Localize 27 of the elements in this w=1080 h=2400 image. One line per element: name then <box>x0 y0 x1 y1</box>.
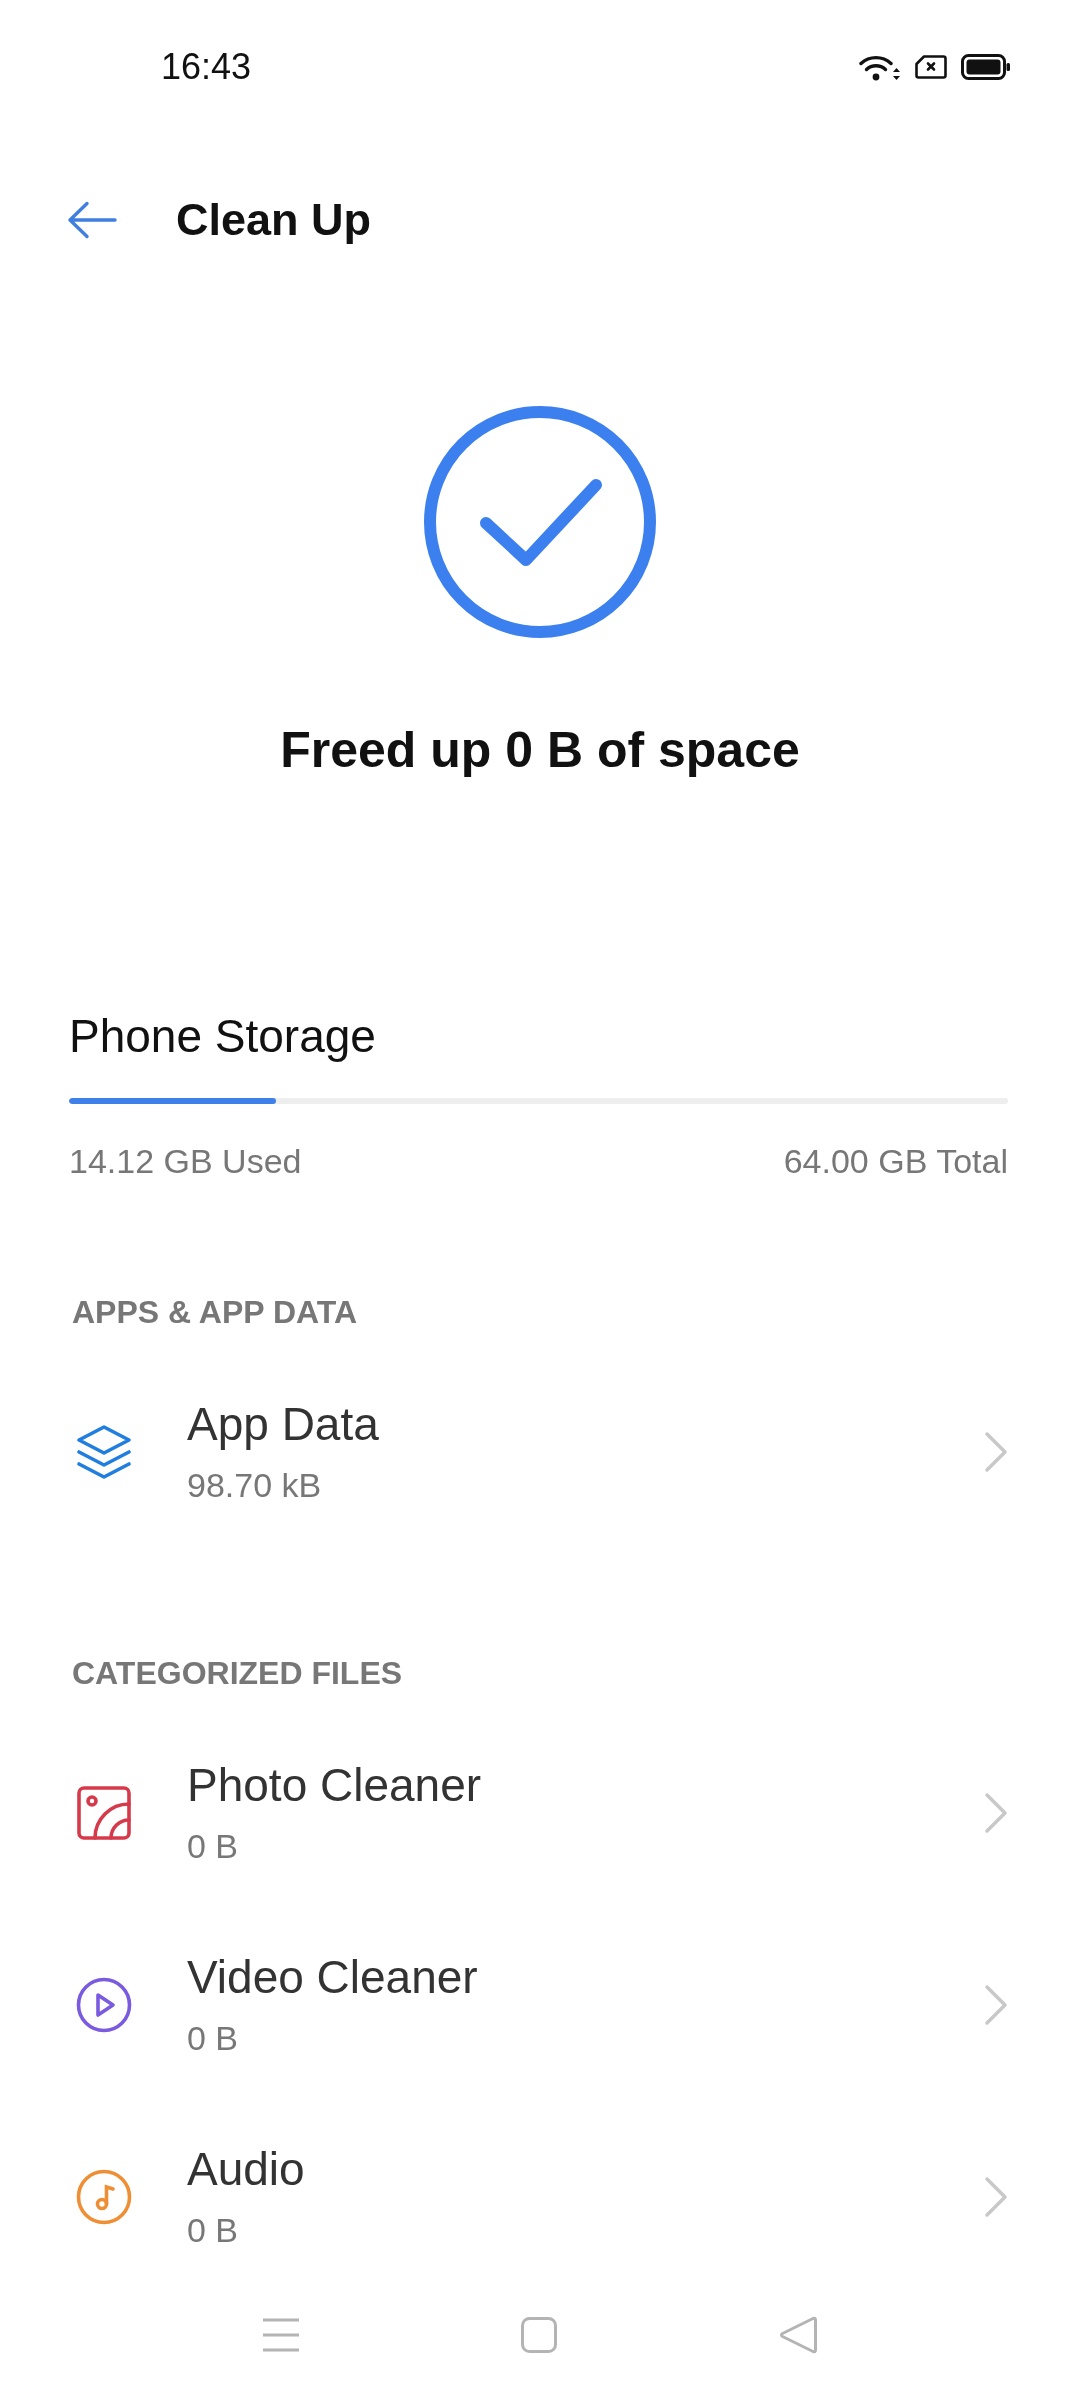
section-heading: APPS & APP DATA <box>72 1293 359 1332</box>
result-message: Freed up 0 B of space <box>280 721 800 780</box>
chevron-right-icon <box>984 2175 1008 2218</box>
storage-used: 14.12 GB Used <box>69 1141 302 1182</box>
page-title: Clean Up <box>176 193 372 247</box>
menu-icon[interactable] <box>263 2318 299 2352</box>
chevron-right-icon <box>984 1791 1008 1834</box>
check-circle-icon <box>424 406 656 638</box>
battery-icon <box>961 54 1011 80</box>
category-size: 0 B <box>187 2018 240 2059</box>
back-icon[interactable] <box>779 2315 817 2355</box>
category-size: 0 B <box>187 2210 240 2251</box>
storage-title: Phone Storage <box>69 1009 377 1064</box>
chevron-right-icon <box>984 1430 1008 1473</box>
status-time: 16:43 <box>161 45 252 89</box>
sim-card-icon <box>915 55 947 79</box>
home-icon[interactable] <box>521 2317 557 2353</box>
category-size: 0 B <box>187 1826 240 1867</box>
category-title[interactable]: Audio <box>187 2141 984 2197</box>
category-size: 98.70 kB <box>187 1465 323 1506</box>
category-title[interactable]: Video Cleaner <box>187 1949 984 2005</box>
storage-total: 64.00 GB Total <box>783 1141 1008 1182</box>
chevron-right-icon <box>984 1983 1008 2026</box>
back-icon[interactable] <box>67 201 117 239</box>
category-title[interactable]: Photo Cleaner <box>187 1757 984 1813</box>
category-title[interactable]: App Data <box>187 1396 984 1452</box>
section-heading: CATEGORIZED FILES <box>72 1654 404 1693</box>
